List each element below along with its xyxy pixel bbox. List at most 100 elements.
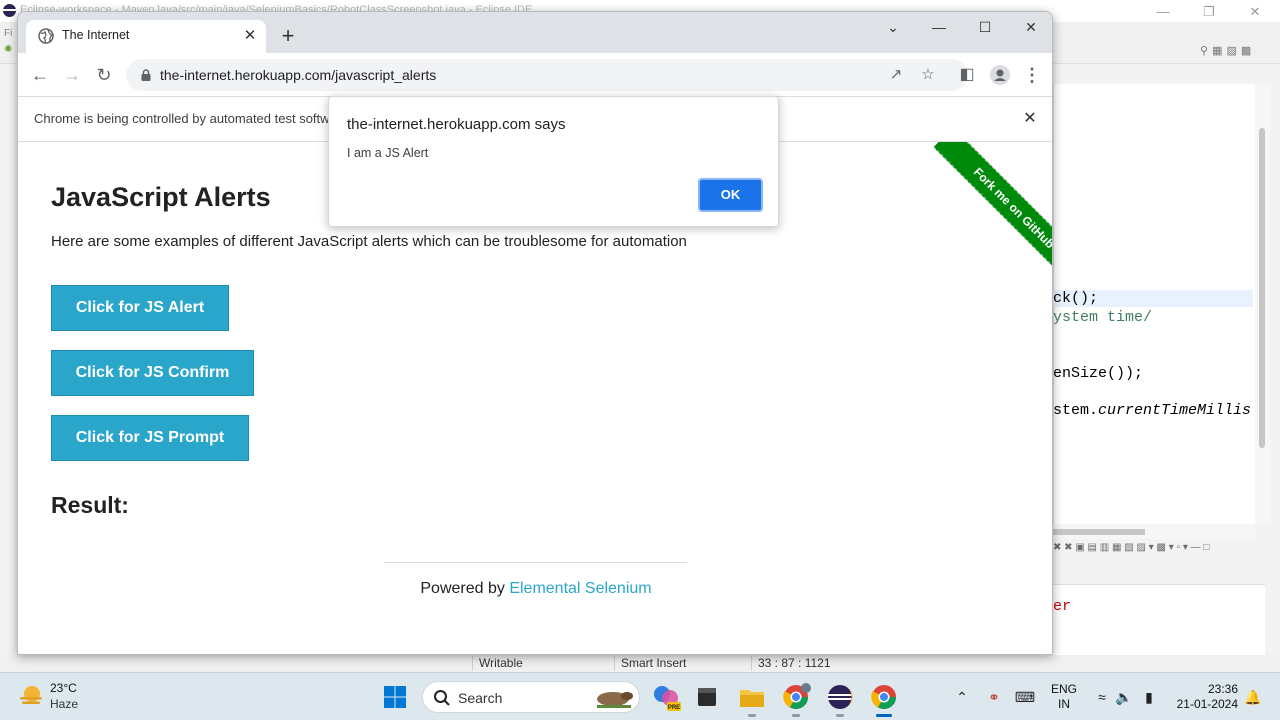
taskbar-search[interactable]: Search (422, 681, 640, 713)
alert-origin-text: the-internet.herokuapp.com says (347, 116, 566, 133)
elemental-selenium-link[interactable]: Elemental Selenium (509, 580, 651, 597)
bookmark-star-icon[interactable]: ☆ (918, 65, 938, 85)
more-menu-icon[interactable]: ⋮ (1020, 63, 1044, 87)
search-icon (434, 690, 450, 706)
url-text[interactable]: the-internet.herokuapp.com/javascript_al… (160, 67, 436, 83)
weather-condition[interactable]: Haze (50, 697, 78, 711)
copilot-app-icon[interactable]: PRE (651, 682, 681, 712)
js-alert-button[interactable]: Click for JS Alert (51, 285, 229, 331)
debug-perspective-icon[interactable]: ▩ (1241, 44, 1251, 57)
chrome-icon (783, 683, 811, 710)
eclipse-restore-button[interactable]: ❐ (1186, 1, 1232, 23)
eclipse-toolbar-icon[interactable]: ✺ (4, 44, 12, 55)
tab-title: The Internet (62, 28, 130, 42)
tab-search-button[interactable]: ⌄ (870, 14, 916, 40)
alert-ok-button[interactable]: OK (698, 178, 763, 212)
eclipse-menu-file[interactable]: Fi (4, 28, 12, 39)
browser-toolbar: ← → ↻ the-internet.herokuapp.com/javascr… (18, 53, 1052, 97)
chevron-up-icon[interactable]: ⌃ (952, 686, 972, 708)
chrome-icon (871, 685, 896, 710)
language-line: IN (1058, 697, 1070, 711)
result-label: Result: (51, 492, 129, 518)
scrollbar-thumb[interactable] (1259, 128, 1265, 448)
code-line: ck(); (1053, 290, 1253, 307)
code-line: stem.currentTimeMillis (1053, 402, 1251, 419)
maximize-button[interactable]: ☐ (962, 14, 1008, 40)
weather-temperature[interactable]: 23°C (50, 681, 77, 695)
eclipse-perspective-icons: ⚲ ▦ ▨ ▩ (1200, 44, 1251, 57)
terminal-icon (698, 688, 716, 706)
chrome-app-icon[interactable] (869, 682, 899, 717)
page-description: Here are some examples of different Java… (51, 233, 687, 250)
search-icon[interactable]: ⚲ (1200, 44, 1208, 57)
tab-strip: The Internet ✕ + ⌄ — ☐ ✕ (18, 12, 1052, 53)
new-tab-button[interactable]: + (276, 24, 300, 48)
profile-avatar-icon[interactable] (988, 63, 1012, 87)
eclipse-console[interactable] (1053, 584, 1265, 656)
browser-tab[interactable]: The Internet ✕ (26, 20, 266, 53)
lock-icon[interactable] (139, 68, 153, 82)
perspective-icon[interactable]: ▦ (1212, 44, 1222, 57)
eclipse-icon (828, 685, 853, 709)
alert-message: I am a JS Alert (347, 146, 429, 160)
running-indicator (748, 714, 756, 717)
keyboard-icon[interactable]: ⌨ (1014, 686, 1036, 708)
github-ribbon[interactable]: Fork me on GitHub (904, 142, 1052, 292)
js-alert-dialog: the-internet.herokuapp.com says I am a J… (328, 96, 779, 227)
windows-taskbar: 23°C Haze Search PRE ⌃ ⚭ ⌨ ENG IN ≈ 🔈 ▮ … (0, 672, 1280, 720)
share-icon[interactable]: ↗ (886, 65, 906, 85)
forward-arrow-icon[interactable]: → (60, 63, 84, 87)
console-toolbar: ✖ ✖ ▣ ▤ ▥ ▦ ▧ ▨ ▾ ▩ ▾ ▫ ▾ — □ (1053, 542, 1210, 553)
console-output: er (1053, 598, 1072, 615)
code-text: stem. (1053, 402, 1099, 419)
fork-me-ribbon[interactable]: Fork me on GitHub (933, 142, 1052, 289)
vpn-icon[interactable]: ⚭ (984, 686, 1004, 708)
volume-icon[interactable]: 🔈 (1114, 686, 1134, 708)
wifi-icon[interactable]: ≈ (1092, 686, 1112, 708)
search-highlight-icon (597, 692, 633, 708)
folder-icon (740, 690, 764, 707)
code-text-italic: currentTimeMillis (1098, 402, 1252, 419)
terminal-app-icon[interactable] (692, 682, 722, 712)
active-indicator (876, 714, 892, 717)
copilot-icon: PRE (654, 686, 681, 711)
minimize-button[interactable]: — (916, 14, 962, 40)
window-close-button[interactable]: ✕ (1008, 14, 1052, 40)
status-writable: Writable (472, 656, 523, 671)
page-title: JavaScript Alerts (51, 182, 271, 212)
eclipse-status-bar: Writable Smart Insert 33 : 87 : 1121 (0, 655, 1280, 672)
eclipse-app-icon[interactable] (825, 682, 855, 717)
editor-vertical-scrollbar[interactable] (1255, 84, 1270, 524)
clock-date: 21-01-2024 (1176, 697, 1238, 711)
footer-prefix: Powered by (420, 580, 510, 597)
chrome-profile-app-icon[interactable] (781, 682, 811, 717)
scrollbar-thumb[interactable] (1053, 529, 1145, 535)
automation-notice: Chrome is being controlled by automated … (34, 111, 352, 126)
status-cursor-position: 33 : 87 : 1121 (751, 656, 831, 671)
address-bar[interactable]: the-internet.herokuapp.com/javascript_al… (126, 59, 968, 91)
side-panel-icon[interactable]: ◧ (955, 63, 979, 87)
close-icon[interactable]: ✕ (1019, 108, 1041, 130)
weather-haze-icon[interactable] (18, 683, 44, 709)
file-explorer-app-icon[interactable] (737, 682, 767, 717)
reload-icon[interactable]: ↻ (92, 63, 116, 87)
eclipse-minimize-button[interactable]: — (1140, 1, 1186, 23)
js-confirm-button[interactable]: Click for JS Confirm (51, 350, 254, 396)
battery-icon[interactable]: ▮ (1138, 686, 1160, 708)
editor-horizontal-scrollbar[interactable] (1053, 524, 1255, 539)
js-prompt-button[interactable]: Click for JS Prompt (51, 415, 249, 461)
status-insert-mode: Smart Insert (614, 656, 686, 671)
notification-bell-icon[interactable]: 🔔 (1243, 686, 1263, 708)
language-indicator[interactable]: ENG IN (1046, 682, 1082, 712)
windows-start-icon[interactable] (383, 685, 407, 709)
system-clock[interactable]: 23:36 21-01-2024 (1170, 682, 1238, 712)
java-perspective-icon[interactable]: ▨ (1226, 44, 1236, 57)
eclipse-logo-icon (3, 4, 16, 17)
close-icon[interactable]: ✕ (240, 26, 260, 46)
eclipse-close-button[interactable]: ✕ (1232, 1, 1278, 23)
clock-time: 23:36 (1207, 682, 1238, 696)
running-indicator (836, 714, 844, 717)
avatar (990, 65, 1010, 85)
back-arrow-icon[interactable]: ← (28, 63, 52, 87)
page-footer: Powered by Elemental Selenium (18, 580, 1052, 598)
